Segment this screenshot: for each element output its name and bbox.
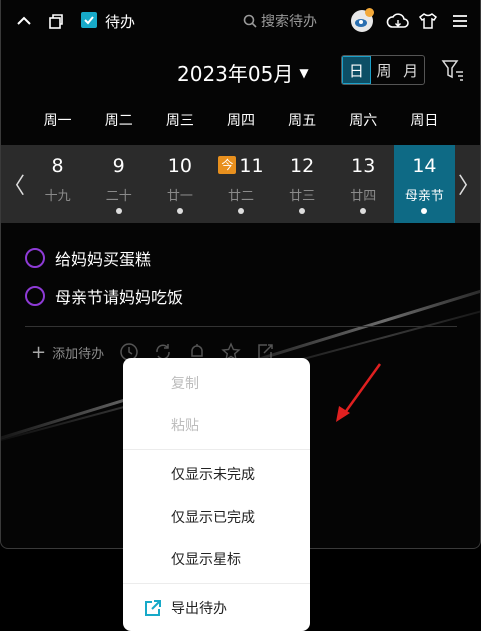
skin-shirt-icon[interactable]: [417, 10, 439, 32]
lunar-date: 二十: [105, 189, 132, 204]
top-bar: 待办 搜索待办: [1, 0, 480, 44]
menu-icon[interactable]: [449, 10, 471, 32]
weekday-label: 周四: [226, 113, 255, 129]
weekday-label: 周六: [349, 113, 378, 129]
lunar-date: 母亲节: [404, 189, 444, 204]
notification-dot: [365, 8, 374, 17]
menu-item-label: 仅显示星标: [171, 552, 241, 568]
menu-item-show-completed[interactable]: 仅显示已完成: [123, 497, 310, 537]
task-label: 给妈妈买蛋糕: [55, 250, 152, 269]
lunar-date: 廿二: [227, 189, 254, 204]
lunar-date: 廿三: [289, 189, 316, 204]
day-cell[interactable]: 12 廿三: [272, 145, 333, 223]
menu-item-paste[interactable]: 粘贴: [123, 405, 310, 445]
task-dot: [421, 208, 428, 214]
task-item[interactable]: 给妈妈买蛋糕: [25, 246, 151, 270]
menu-item-copy[interactable]: 复制: [123, 363, 310, 403]
next-week-icon[interactable]: 〉: [456, 145, 480, 223]
task-label: 母亲节请妈妈吃饭: [55, 288, 184, 307]
divider: [25, 326, 457, 327]
day-number-today: 今 11: [210, 155, 271, 177]
menu-item-label: 仅显示已完成: [171, 510, 255, 526]
prev-week-icon[interactable]: 〈: [1, 145, 27, 223]
weekday-header: 周一 周二 周三 周四 周五 周六 周日: [27, 110, 455, 130]
day-number: 12: [290, 155, 315, 177]
search-box[interactable]: 搜索待办: [243, 11, 317, 31]
task-checkbox[interactable]: [25, 286, 45, 306]
lunar-date: 十九: [44, 189, 71, 204]
day-number: 13: [351, 155, 376, 177]
month-label: 2023年05月: [177, 62, 294, 86]
menu-item-export[interactable]: 导出待办: [123, 588, 310, 628]
avatar[interactable]: [351, 8, 374, 32]
weekday-label: 周二: [104, 113, 133, 129]
weekday-label: 周三: [165, 113, 194, 129]
menu-separator: [123, 449, 310, 450]
today-badge: 今: [218, 156, 237, 174]
annotation-arrow: [336, 363, 382, 422]
day-number: 8: [51, 155, 64, 177]
day-cell-selected[interactable]: 14 母亲节: [393, 145, 455, 223]
day-cell-today[interactable]: 今 11 廿二: [210, 145, 271, 223]
task-dot: [176, 208, 183, 214]
weekday-label: 周日: [410, 113, 439, 129]
menu-item-label: 仅显示未完成: [171, 467, 255, 483]
view-mode-switch: 日 周 月: [341, 55, 425, 85]
menu-item-label: 导出待办: [171, 601, 227, 617]
day-cell[interactable]: 9 二十: [88, 145, 149, 223]
menu-separator: [123, 583, 310, 584]
menu-item-show-starred[interactable]: 仅显示星标: [123, 539, 310, 579]
caret-down-icon: ▼: [299, 65, 309, 80]
search-placeholder: 搜索待办: [261, 14, 317, 30]
lunar-date: 廿四: [350, 189, 377, 204]
day-cell[interactable]: 8 十九: [27, 145, 88, 223]
day-number: 9: [112, 155, 125, 177]
collapse-up-icon[interactable]: [13, 10, 35, 32]
month-selector[interactable]: 2023年05月 ▼: [177, 58, 309, 87]
day-list: 8 十九 9 二十 10 廿一 今 11 廿二 12 廿三 13 廿四 14 母…: [27, 145, 455, 223]
todo-check-icon: [81, 12, 97, 28]
add-todo-label: 添加待办: [52, 347, 105, 362]
context-menu: 复制 粘贴 仅显示未完成 仅显示已完成 仅显示星标 导出待办: [123, 358, 310, 631]
menu-item-show-incomplete[interactable]: 仅显示未完成: [123, 454, 310, 494]
view-mode-week[interactable]: 周: [371, 56, 398, 84]
menu-item-label: 粘贴: [171, 418, 199, 434]
task-checkbox[interactable]: [25, 248, 45, 268]
weekday-label: 周五: [288, 113, 317, 129]
date-strip: 〈 8 十九 9 二十 10 廿一 今 11 廿二 12 廿三 13 廿四 14…: [1, 145, 480, 223]
cloud-sync-icon[interactable]: [385, 10, 411, 32]
task-dot: [299, 208, 306, 214]
day-cell[interactable]: 13 廿四: [333, 145, 394, 223]
task-item[interactable]: 母亲节请妈妈吃饭: [25, 284, 183, 308]
day-number: 11: [239, 155, 264, 177]
day-cell[interactable]: 10 廿一: [149, 145, 210, 223]
export-icon: [145, 600, 161, 616]
filter-icon[interactable]: [441, 58, 465, 82]
add-todo-button[interactable]: + 添加待办: [31, 343, 104, 362]
weekday-label: 周一: [43, 113, 72, 129]
day-number: 10: [167, 155, 192, 177]
task-dot: [115, 208, 122, 214]
view-mode-day[interactable]: 日: [342, 56, 371, 84]
pin-window-icon[interactable]: [45, 10, 67, 32]
search-icon: [243, 14, 257, 28]
task-dot: [360, 208, 367, 214]
day-number: 14: [412, 155, 437, 177]
app-title: 待办: [105, 13, 136, 31]
plus-icon: +: [31, 341, 47, 363]
lunar-date: 廿一: [166, 189, 193, 204]
task-dot: [237, 208, 244, 214]
menu-item-label: 复制: [171, 376, 199, 392]
view-mode-month[interactable]: 月: [397, 56, 424, 84]
